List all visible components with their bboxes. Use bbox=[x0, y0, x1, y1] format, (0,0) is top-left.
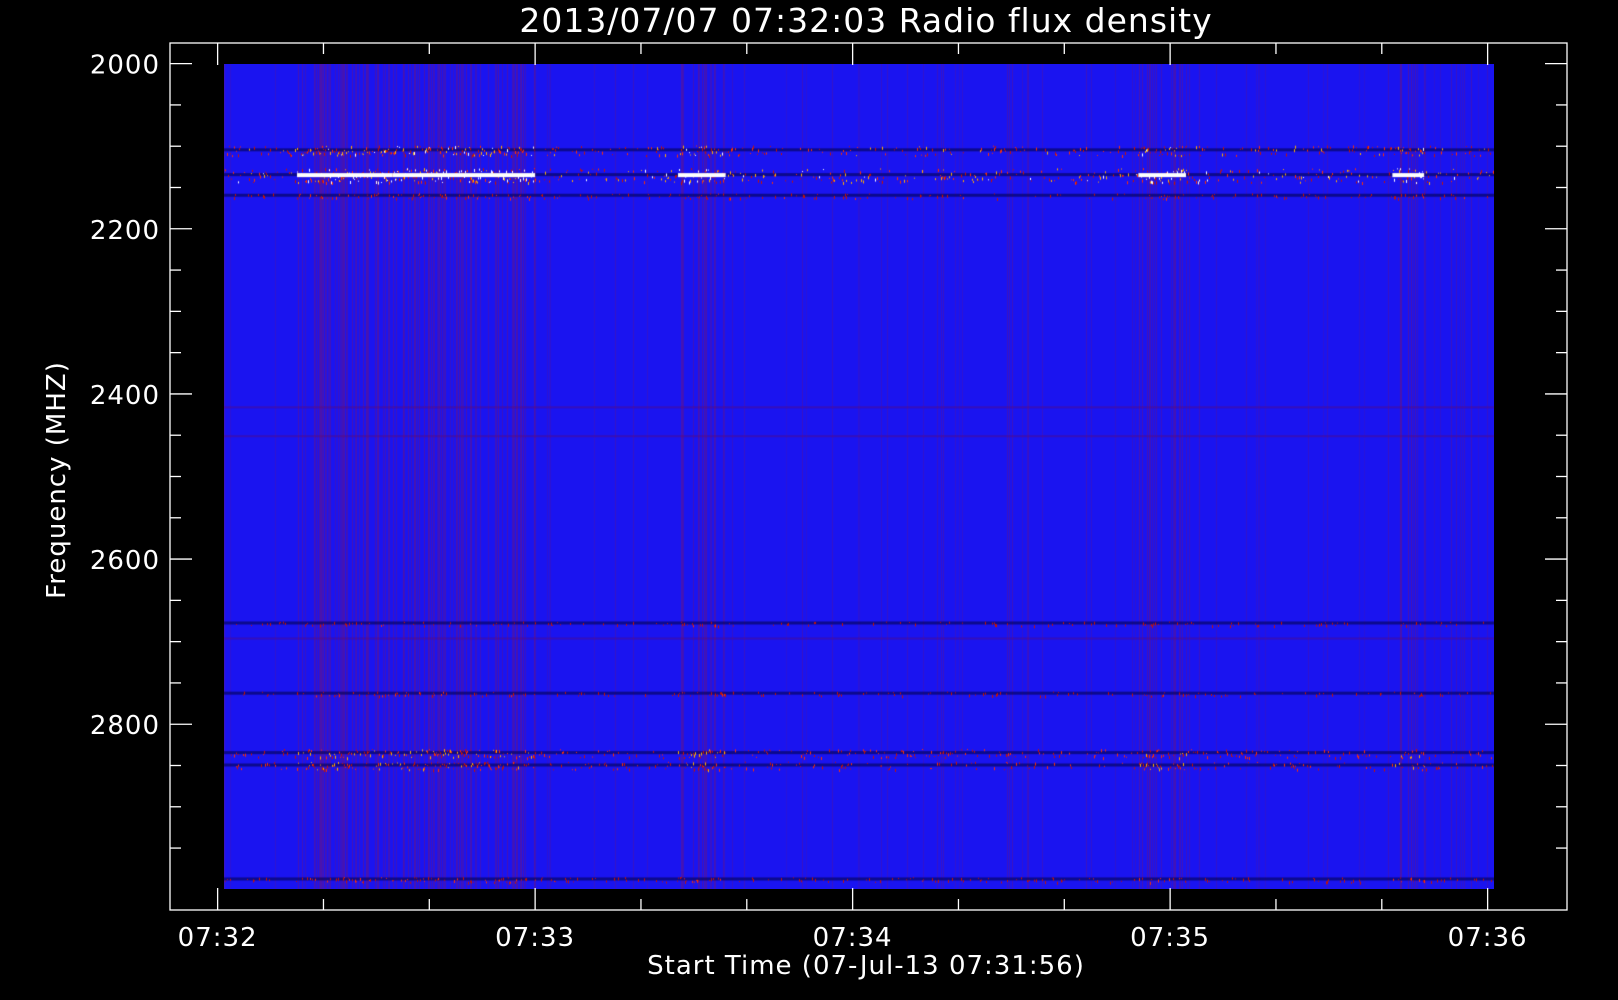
y-tick-label: 2600 bbox=[90, 546, 160, 576]
spectrogram-raster bbox=[224, 64, 1494, 889]
y-axis-label: Frequency (MHZ) bbox=[42, 361, 72, 599]
y-tick-label: 2200 bbox=[90, 216, 160, 246]
x-tick-label: 07:34 bbox=[813, 923, 893, 953]
x-tick-label: 07:33 bbox=[495, 923, 575, 953]
x-tick-label: 07:36 bbox=[1448, 923, 1528, 953]
y-tick-label: 2400 bbox=[90, 381, 160, 411]
y-tick-label: 2800 bbox=[90, 711, 160, 741]
y-tick-label: 2000 bbox=[90, 51, 160, 81]
x-tick-label: 07:32 bbox=[178, 923, 258, 953]
x-tick-label: 07:35 bbox=[1130, 923, 1210, 953]
spectrogram-image bbox=[224, 64, 1494, 889]
chart-title: 2013/07/07 07:32:03 Radio flux density bbox=[519, 1, 1212, 40]
spectrogram-chart: 2013/07/07 07:32:03 Radio flux density 0… bbox=[0, 0, 1618, 1000]
x-axis-label: Start Time (07-Jul-13 07:31:56) bbox=[647, 951, 1085, 981]
